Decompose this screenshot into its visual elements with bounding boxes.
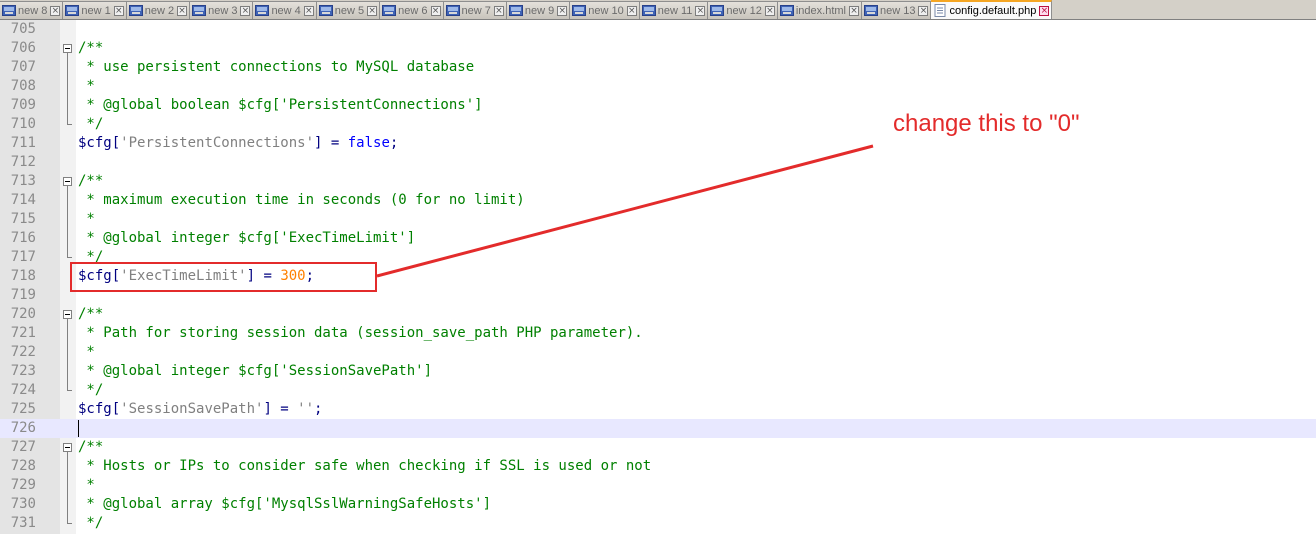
annotation-arrow bbox=[376, 144, 874, 278]
annotation-text: change this to "0" bbox=[893, 110, 1080, 137]
